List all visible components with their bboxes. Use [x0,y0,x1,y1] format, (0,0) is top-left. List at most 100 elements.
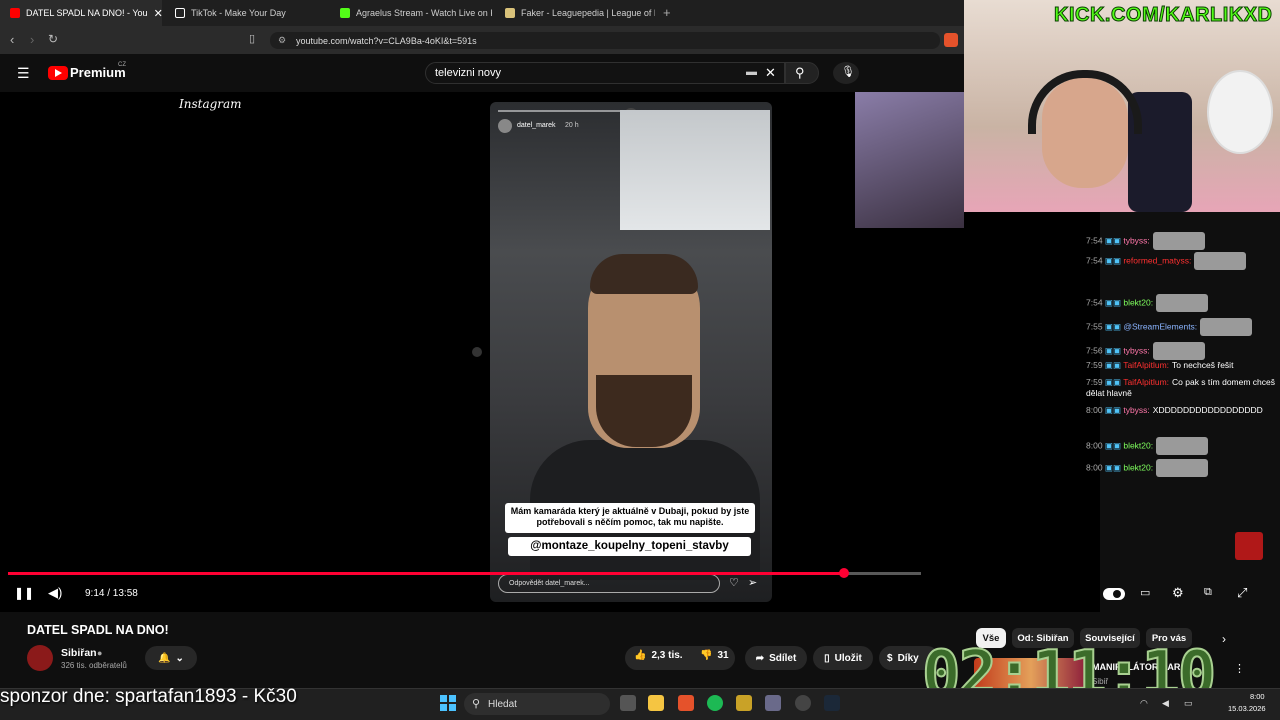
voice-search-button[interactable]: 🎙 [833,62,859,84]
story-reply-field: Odpovědět datel_marek... [498,574,720,593]
chat-text: To nechceš řešit [1172,360,1234,370]
obs-icon[interactable] [765,695,781,711]
chat-emote-icon [1200,318,1253,336]
chat-badges-icon: ▣▣ [1102,440,1124,451]
chat-message: 7:55 ▣▣ @StreamElements: [1086,318,1276,336]
story-mention: @montaze_koupelny_topeni_stavby [508,537,751,556]
task-view-icon[interactable] [620,695,636,711]
windows-start-icon[interactable] [440,695,456,711]
webcam-fan [1207,70,1273,154]
chat-avatar-icon [1235,532,1263,560]
chat-username: tybyss: [1123,235,1150,246]
clock-date: 15.03.2026 [1228,704,1266,713]
browser-tab-kick[interactable]: Agraelus Stream - Watch Live on Kick [330,0,492,26]
taskbar-search[interactable]: ⚲ Hledat [464,693,610,715]
app-icon[interactable] [736,695,752,711]
menu-icon[interactable]: ☰ [17,65,30,82]
chat-message: 7:54 ▣▣ tybyss: [1086,232,1276,250]
story-prev-icon[interactable] [472,347,482,357]
chat-badges-icon: ▣▣ [1102,377,1124,387]
steam-icon[interactable] [824,695,840,711]
person-beard [596,375,692,447]
brave-browser-icon[interactable] [678,695,694,711]
chat-username: reformed_matyss: [1123,255,1192,266]
story-like-icon: ♡ [729,577,739,589]
chat-emote-icon [1156,294,1209,312]
site-info-icon[interactable]: ⚙ [278,35,286,46]
chips-next-icon[interactable]: › [1222,632,1226,646]
chat-username: tybyss: [1123,405,1150,415]
instagram-label: Instagram [179,97,242,111]
tab-label: DATEL SPADL NA DNO! - You [26,8,148,18]
person-hair [590,254,698,294]
chat-time: 7:54 [1086,255,1103,266]
url-field[interactable]: ⚙ youtube.com/watch?v=CLA9Ba-4oKI&t=591s [270,32,940,49]
chat-badges-icon: ▣▣ [1102,255,1124,266]
chat-badges-icon: ▣▣ [1102,235,1124,246]
browser-tab-leaguepedia[interactable]: Faker - Leaguepedia | League of Lege [495,0,655,26]
save-icon: ▯ [824,652,830,664]
chat-time: 7:54 [1086,235,1103,246]
app-icon[interactable] [795,695,811,711]
chat-badges-icon: ▣▣ [1102,360,1124,370]
channel-avatar[interactable] [27,645,53,671]
dislike-button[interactable]: 👎 31 [700,650,729,661]
bookmark-icon[interactable]: ▯ [249,32,255,45]
file-explorer-icon[interactable] [648,695,664,711]
youtube-logo-icon[interactable] [48,66,68,80]
new-tab-icon[interactable]: + [663,5,671,20]
chat-message: 8:00 ▣▣ blekt20: [1086,437,1276,455]
chat-message: 7:59 ▣▣ TaifAlpitlum: To nechceš řešit [1086,360,1276,371]
save-button[interactable]: ▯ Uložit [813,646,873,670]
chat-time: 8:00 [1086,440,1103,451]
reload-icon[interactable]: ↻ [48,32,58,46]
chat-badges-icon: ▣▣ [1102,462,1124,473]
miniplayer-icon[interactable]: ⧉ [1204,586,1212,599]
video-time: 9:14 / 13:58 [85,588,138,599]
more-options-icon[interactable]: ⋮ [1234,662,1245,675]
save-label: Uložit [834,652,862,664]
story-caption: Mám kamaráda který je aktuálně v Dubaji,… [505,503,755,533]
search-button[interactable]: ⚲ [785,62,819,84]
chat-username: blekt20: [1123,462,1154,473]
video-scrubber-handle[interactable] [839,568,849,578]
clear-search-icon[interactable]: ✕ [765,65,776,81]
subtitles-icon[interactable]: ▭ [1140,586,1150,599]
browser-tab-tiktok[interactable]: TikTok - Make Your Day [165,0,327,26]
channel-name[interactable]: Sibiřan [61,647,97,659]
side-camera-thumbnail [855,92,964,228]
back-icon[interactable]: ‹ [10,32,14,47]
forward-icon[interactable]: › [30,32,34,47]
chat-message: 7:56 ▣▣ tybyss: [1086,342,1276,360]
chat-message: 7:54 ▣▣ reformed_matyss: [1086,252,1276,270]
chat-username: tybyss: [1123,345,1150,356]
close-tab-icon[interactable]: ✕ [154,7,162,20]
battery-icon[interactable]: ▭ [1184,698,1193,709]
search-input[interactable]: televizni novy ▬ ✕ [425,62,785,84]
chat-username: TaifAlpitlum: [1123,360,1170,370]
chat-time: 8:00 [1086,405,1103,415]
notification-bell-button[interactable]: 🔔 ⌄ [145,646,197,670]
wifi-icon[interactable]: ◠ [1140,698,1148,709]
story-age: 20 h [565,122,579,129]
search-icon: ⚲ [795,65,805,80]
chat-username: @StreamElements: [1123,321,1198,332]
share-button[interactable]: ➦ Sdílet [745,646,807,670]
volume-icon[interactable]: ◀) [48,585,62,601]
autoplay-toggle[interactable] [1103,588,1125,600]
thanks-label: Díky [897,652,919,664]
chat-badges-icon: ▣▣ [1102,321,1124,332]
chat-text: XDDDDDDDDDDDDDDDDD [1152,405,1263,415]
fullscreen-icon[interactable]: ⤢ [1237,585,1247,601]
spotify-icon[interactable] [707,695,723,711]
settings-icon[interactable]: ⚙ [1172,585,1184,601]
pause-icon[interactable]: ❚❚ [14,586,34,600]
browser-tab-youtube[interactable]: DATEL SPADL NA DNO! - You ✕ [0,0,162,26]
keyboard-icon[interactable]: ▬ [746,66,757,78]
brave-shield-icon[interactable] [944,33,958,47]
chat-badges-icon: ▣▣ [1102,345,1124,356]
chat-message: 7:54 ▣▣ blekt20: [1086,294,1276,312]
like-button[interactable]: 👍 2,3 tis. [634,650,683,661]
chat-badges-icon: ▣▣ [1102,405,1124,415]
volume-tray-icon[interactable]: ◀ [1162,698,1169,709]
